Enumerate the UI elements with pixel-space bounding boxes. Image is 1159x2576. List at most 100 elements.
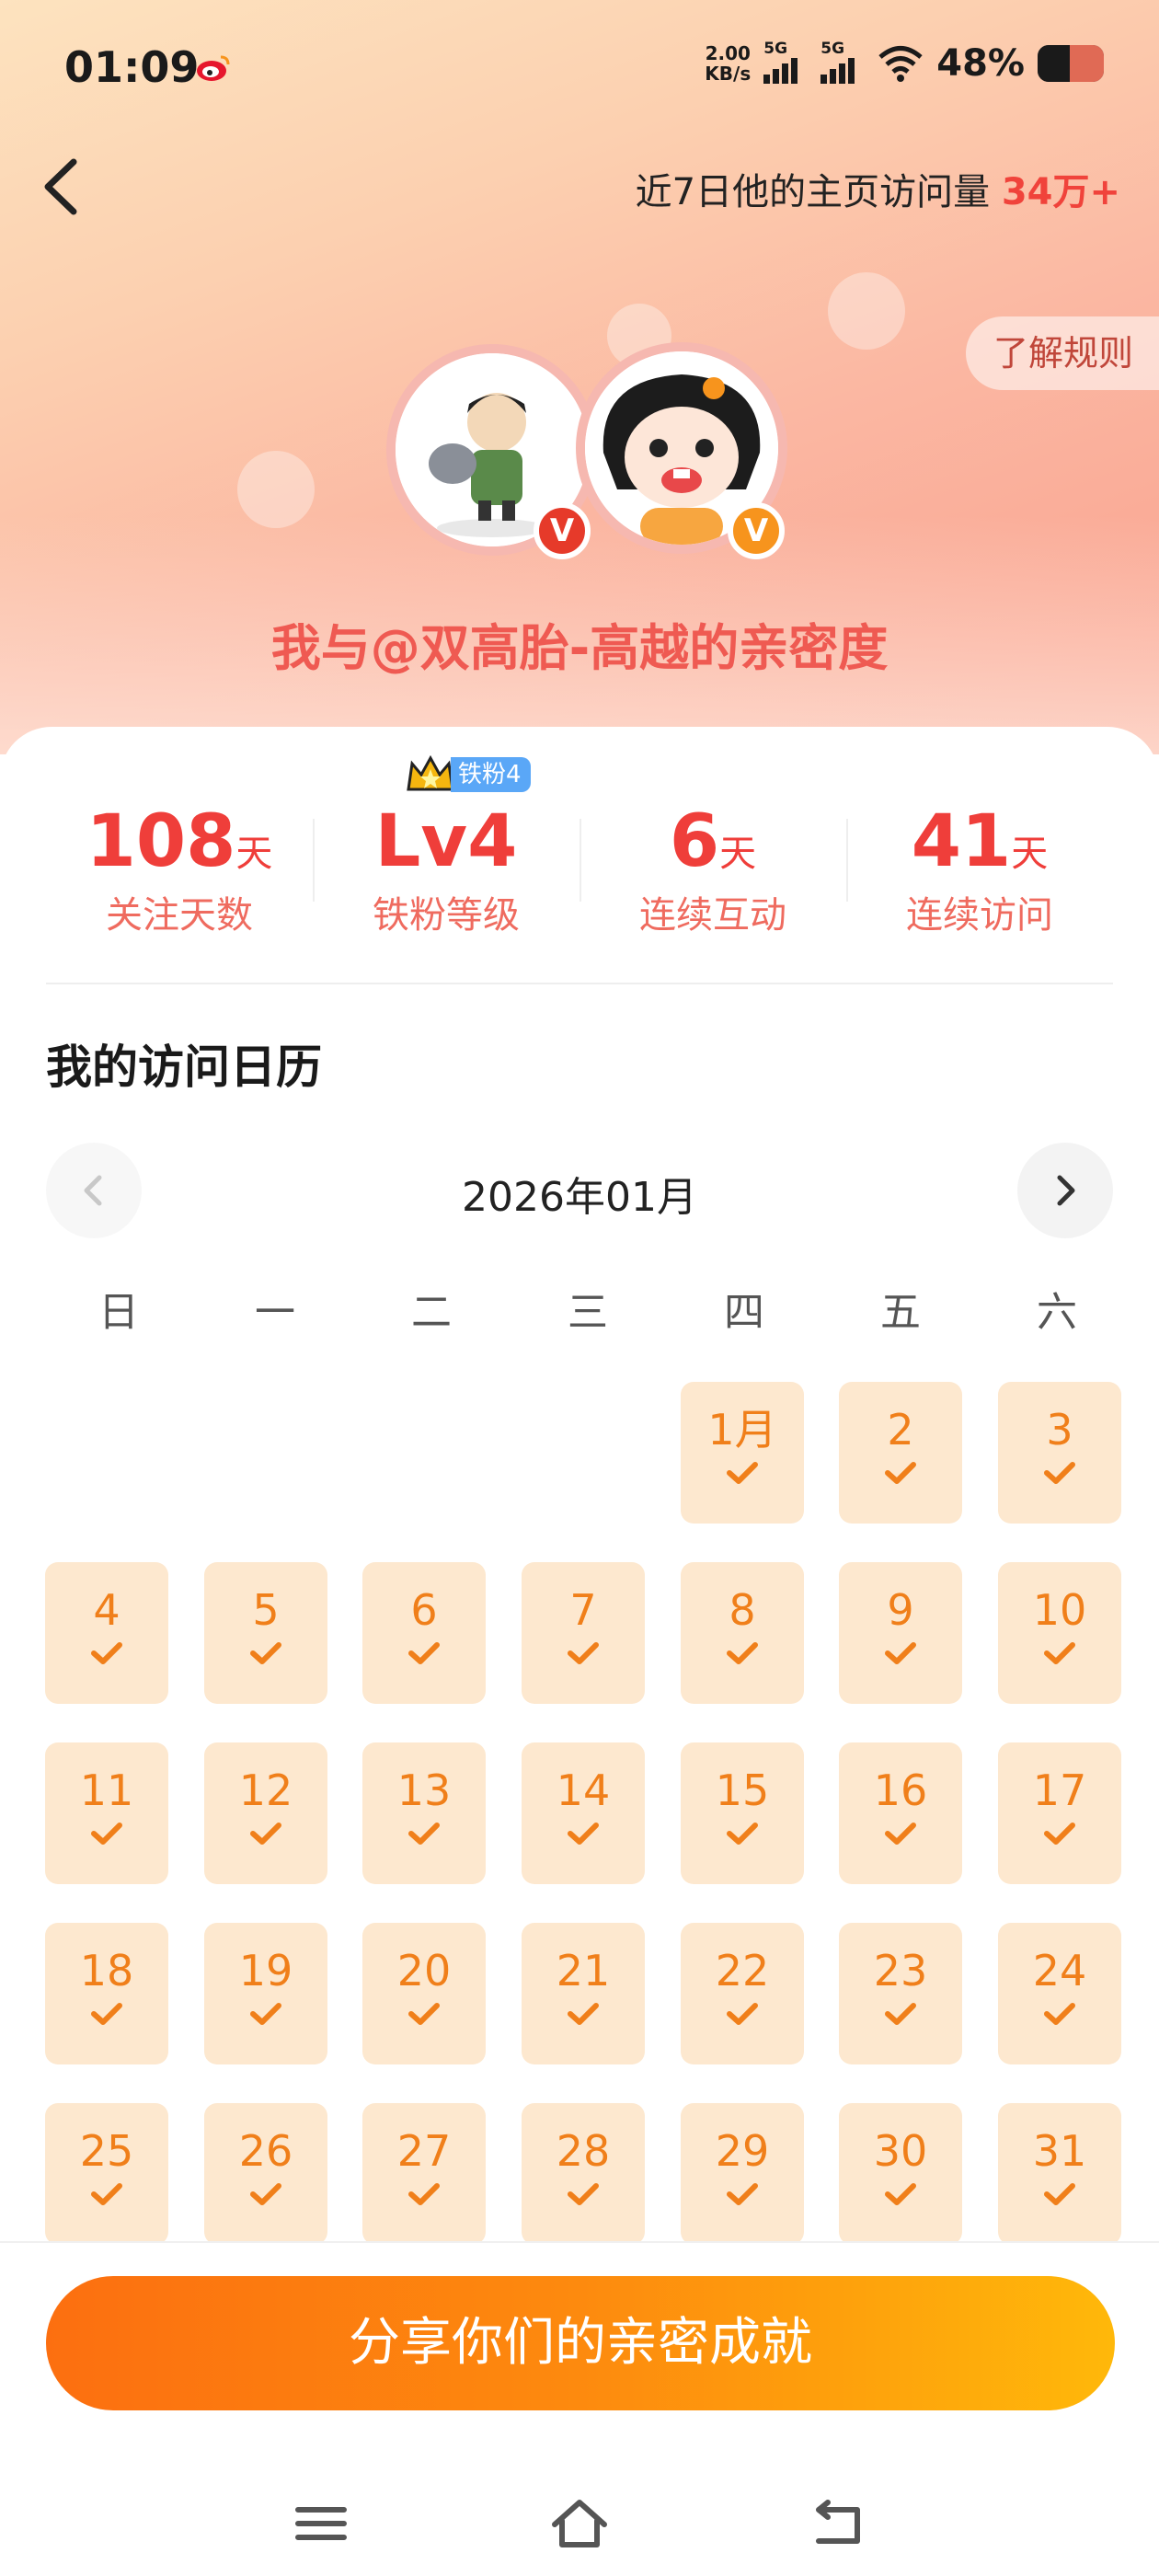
calendar-day[interactable]: 17	[998, 1742, 1121, 1884]
calendar-day[interactable]: 7	[522, 1562, 645, 1704]
calendar-day-number: 12	[238, 1765, 293, 1815]
calendar-day[interactable]: 29	[681, 2103, 804, 2245]
checkmark-icon	[568, 2183, 599, 2205]
next-month-button[interactable]	[1017, 1143, 1113, 1238]
calendar-day-number: 28	[556, 2126, 611, 2176]
calendar-day-number: 16	[873, 1765, 928, 1815]
calendar-day[interactable]: 2	[839, 1382, 962, 1524]
checkmark-icon	[885, 2003, 916, 2025]
bottom-bar: 分享你们的亲密成就	[0, 2241, 1159, 2576]
calendar-day-number: 25	[79, 2126, 134, 2176]
stat-visit-streak: 41天 连续访问	[846, 800, 1113, 937]
calendar-day-number: 29	[715, 2126, 770, 2176]
calendar-day-number: 10	[1032, 1585, 1087, 1635]
checkmark-icon	[1044, 2183, 1075, 2205]
checkmark-icon	[727, 1823, 758, 1845]
checkmark-icon	[250, 1823, 281, 1845]
checkmark-icon	[250, 2003, 281, 2025]
calendar-day[interactable]: 30	[839, 2103, 962, 2245]
checkmark-icon	[885, 1642, 916, 1664]
signal-icon-sim1: 5G	[763, 40, 808, 84]
checkmark-icon	[727, 1642, 758, 1664]
checkmark-icon	[568, 1823, 599, 1845]
calendar-day[interactable]: 8	[681, 1562, 804, 1704]
calendar-day-number: 15	[715, 1765, 770, 1815]
calendar-day[interactable]: 11	[45, 1742, 168, 1884]
wifi-icon	[878, 46, 923, 82]
calendar-day-number: 4	[93, 1585, 120, 1635]
calendar-day-number: 18	[79, 1946, 134, 1995]
network-speed: 2.00 KB/s	[705, 42, 752, 85]
calendar-day[interactable]: 6	[362, 1562, 486, 1704]
calendar-day-number: 13	[396, 1765, 452, 1815]
stat-follow-days: 108天 关注天数	[86, 800, 273, 937]
weekday-label: 一	[255, 1289, 295, 1336]
calendar-day[interactable]: 1月	[681, 1382, 804, 1524]
checkmark-icon	[568, 2003, 599, 2025]
calendar-day[interactable]: 14	[522, 1742, 645, 1884]
calendar-day-number: 9	[887, 1585, 914, 1635]
decor-bubble	[828, 272, 905, 350]
calendar-day[interactable]: 16	[839, 1742, 962, 1884]
fan-level-badge: 铁粉4	[405, 754, 531, 795]
verified-badge-icon: V	[728, 502, 785, 559]
calendar-day-number: 21	[556, 1946, 611, 1995]
calendar-day[interactable]: 12	[204, 1742, 327, 1884]
checkmark-icon	[885, 1823, 916, 1845]
weekday-label: 四	[724, 1289, 764, 1336]
calendar-day[interactable]: 15	[681, 1742, 804, 1884]
calendar-day[interactable]: 13	[362, 1742, 486, 1884]
home-icon[interactable]	[547, 2491, 612, 2556]
back-arrow-icon[interactable]	[37, 155, 92, 219]
calendar-day[interactable]: 20	[362, 1923, 486, 2064]
calendar-day[interactable]: 24	[998, 1923, 1121, 2064]
chevron-right-icon	[1057, 1175, 1075, 1206]
calendar-day[interactable]: 18	[45, 1923, 168, 2064]
weekday-label: 六	[1037, 1289, 1077, 1336]
calendar-day-number: 30	[873, 2126, 928, 2176]
checkmark-icon	[885, 2183, 916, 2205]
menu-icon[interactable]	[289, 2491, 353, 2556]
calendar-day[interactable]: 9	[839, 1562, 962, 1704]
calendar-day-number: 17	[1032, 1765, 1087, 1815]
checkmark-icon	[1044, 2003, 1075, 2025]
visit-count-value: 34万+	[1001, 171, 1120, 213]
calendar-day-number: 24	[1032, 1946, 1087, 1995]
weekday-label: 日	[98, 1289, 139, 1336]
calendar-day-number: 14	[556, 1765, 611, 1815]
calendar-day-number: 2	[887, 1405, 914, 1455]
calendar-day-number: 3	[1046, 1405, 1073, 1455]
calendar-day[interactable]: 10	[998, 1562, 1121, 1704]
calendar-day-number: 11	[79, 1765, 134, 1815]
checkmark-icon	[250, 1642, 281, 1664]
calendar-day[interactable]: 22	[681, 1923, 804, 2064]
calendar-day[interactable]: 21	[522, 1923, 645, 2064]
back-icon[interactable]	[806, 2491, 870, 2556]
system-nav-bar	[0, 2473, 1159, 2574]
calendar-day[interactable]: 28	[522, 2103, 645, 2245]
calendar-day[interactable]: 26	[204, 2103, 327, 2245]
calendar-day[interactable]: 19	[204, 1923, 327, 2064]
visit-count-text: 近7日他的主页访问量 34万+	[635, 171, 1120, 213]
calendar-day[interactable]: 27	[362, 2103, 486, 2245]
calendar-day-number: 31	[1032, 2126, 1087, 2176]
calendar-day[interactable]: 5	[204, 1562, 327, 1704]
calendar-day[interactable]: 31	[998, 2103, 1121, 2245]
battery-icon	[1038, 45, 1104, 82]
crown-icon	[407, 754, 454, 791]
checkmark-icon	[1044, 1823, 1075, 1845]
checkmark-icon	[568, 1642, 599, 1664]
calendar-day[interactable]: 4	[45, 1562, 168, 1704]
calendar-day[interactable]: 23	[839, 1923, 962, 2064]
share-achievement-button[interactable]: 分享你们的亲密成就	[46, 2276, 1115, 2410]
checkmark-icon	[91, 2003, 122, 2025]
calendar-day-number: 1月	[707, 1405, 777, 1455]
calendar-day[interactable]: 25	[45, 2103, 168, 2245]
stats-row: 108天 关注天数 Lv4 铁粉等级 6天 连续互动 41天 连续访问	[46, 800, 1113, 937]
calendar-day[interactable]: 3	[998, 1382, 1121, 1524]
calendar-day-number: 23	[873, 1946, 928, 1995]
calendar-day-number: 22	[715, 1946, 770, 1995]
calendar-month: 2026年01月	[462, 1174, 697, 1221]
weekday-label: 二	[411, 1289, 452, 1336]
rules-button[interactable]: 了解规则	[965, 316, 1159, 390]
